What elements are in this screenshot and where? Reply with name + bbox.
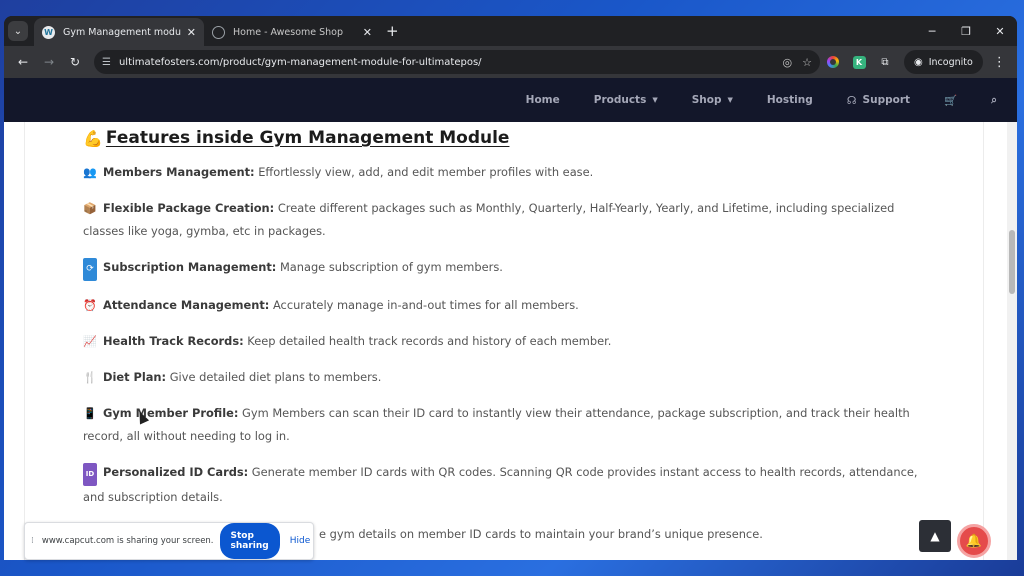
window-controls: ─ ❐ ✕	[915, 16, 1017, 46]
feature-item: 👥 Members Management: Effortlessly view, …	[83, 161, 918, 184]
tab-title: Gym Management module for U	[63, 26, 181, 38]
alarm-clock-icon: ⏰	[83, 299, 97, 312]
cart-icon[interactable]: 🛒	[944, 94, 957, 107]
phone-icon: 📱	[83, 407, 97, 420]
feature-item: 📦 Flexible Package Creation: Create diffe…	[83, 197, 918, 243]
extension-k-icon[interactable]: K	[846, 49, 872, 75]
nav-products-label: Products	[593, 94, 647, 106]
features-section: 💪 Features inside Gym Management Module …	[83, 122, 918, 546]
new-tab-icon[interactable]: +	[386, 22, 399, 40]
site-navbar: Home Products ▼ Shop ▼ Hosting ☊ Support 🛒 …	[4, 78, 1017, 122]
feature-text: e gym details on member ID cards to main…	[319, 527, 763, 541]
feature-title: Gym Member Profile:	[103, 406, 239, 420]
address-bar[interactable]: ☰ ultimatefosters.com/product/gym-manage…	[94, 50, 820, 74]
browser-window: ⌄ W Gym Management module for U ✕ Home -…	[4, 16, 1017, 560]
browser-toolbar: ← → ↻ ☰ ultimatefosters.com/product/gym-…	[4, 46, 1017, 78]
notification-bell-icon[interactable]: 🔔	[957, 524, 991, 558]
fork-knife-icon: 🍴	[83, 371, 97, 384]
feature-item: ⏰ Attendance Management: Accurately manag…	[83, 294, 918, 317]
features-heading: 💪 Features inside Gym Management Module	[83, 128, 918, 148]
feature-item: 📈 Health Track Records: Keep detailed hea…	[83, 330, 918, 353]
feature-text: Accurately manage in-and-out times for a…	[269, 298, 579, 312]
screen-sharing-bar: ⁞ www.capcut.com is sharing your screen.…	[24, 522, 314, 560]
scrollbar-thumb[interactable]	[1009, 230, 1015, 294]
feature-title: Personalized ID Cards:	[103, 465, 249, 479]
tab-search-icon[interactable]: ⌄	[8, 21, 28, 41]
site-info-icon[interactable]: ☰	[102, 57, 111, 68]
page-scrollbar[interactable]	[1007, 122, 1017, 560]
tab-title: Home - Awesome Shop	[233, 26, 344, 38]
nav-shop[interactable]: Shop ▼	[692, 94, 733, 106]
back-icon[interactable]: ←	[10, 55, 36, 69]
feature-title: Members Management:	[103, 165, 255, 179]
nav-home[interactable]: Home	[526, 94, 560, 106]
feature-title: Diet Plan:	[103, 370, 167, 384]
search-icon[interactable]: ⌕	[991, 94, 997, 107]
feature-title: Flexible Package Creation:	[103, 201, 275, 215]
chevron-down-icon: ▼	[652, 96, 658, 104]
drag-handle-icon[interactable]: ⁞	[31, 536, 34, 546]
page-viewport: Home Products ▼ Shop ▼ Hosting ☊ Support 🛒 …	[4, 78, 1017, 560]
nav-support-label: Support	[862, 94, 911, 106]
chevron-down-icon: ▼	[727, 96, 733, 104]
flex-arm-icon: 💪	[83, 128, 103, 148]
feature-title: Subscription Management:	[103, 260, 277, 274]
incognito-icon: ◉	[914, 56, 923, 68]
close-window-icon[interactable]: ✕	[983, 16, 1017, 46]
wordpress-icon: W	[42, 25, 55, 39]
nav-products[interactable]: Products ▼	[594, 94, 658, 106]
browser-menu-icon[interactable]: ⋮	[993, 55, 1006, 70]
tab-strip: ⌄ W Gym Management module for U ✕ Home -…	[4, 16, 1017, 46]
minimize-icon[interactable]: ─	[915, 16, 949, 46]
stop-sharing-button[interactable]: Stop sharing	[219, 523, 280, 559]
star-icon[interactable]: ☆	[802, 56, 812, 69]
tab-awesome-shop[interactable]: Home - Awesome Shop ✕	[204, 18, 380, 46]
feature-title: Attendance Management:	[103, 298, 270, 312]
feature-text: Effortlessly view, add, and edit member …	[254, 165, 594, 179]
incognito-label: Incognito	[928, 56, 973, 68]
url-text: ultimatefosters.com/product/gym-manageme…	[118, 56, 482, 68]
sharing-message: www.capcut.com is sharing your screen.	[41, 536, 214, 546]
feature-item: ⟳ Subscription Management: Manage subscri…	[83, 256, 918, 281]
feature-text: Give detailed diet plans to members.	[166, 370, 382, 384]
incognito-badge[interactable]: ◉ Incognito	[904, 50, 983, 74]
feature-title: Health Track Records:	[103, 334, 244, 348]
feature-text: Keep detailed health track records and h…	[243, 334, 612, 348]
restore-icon[interactable]: ❐	[949, 16, 983, 46]
feature-text: Manage subscription of gym members.	[276, 260, 503, 274]
feature-item: 🍴 Diet Plan: Give detailed diet plans to …	[83, 366, 918, 389]
tab-close-icon[interactable]: ✕	[187, 26, 196, 39]
package-icon: 📦	[83, 202, 97, 215]
chart-icon: 📈	[83, 335, 97, 348]
nav-hosting[interactable]: Hosting	[767, 94, 813, 106]
tab-close-icon[interactable]: ✕	[363, 26, 372, 39]
nav-support[interactable]: ☊ Support	[847, 94, 910, 107]
people-icon: 👥	[83, 166, 97, 179]
forward-icon[interactable]: →	[36, 55, 62, 69]
id-icon: ID	[83, 463, 97, 486]
nav-hosting-label: Hosting	[766, 94, 813, 106]
eye-off-icon[interactable]: ◎	[783, 56, 793, 69]
scroll-to-top-button[interactable]: ▲	[919, 520, 951, 552]
extensions-puzzle-icon[interactable]: ⧉	[872, 49, 898, 75]
feature-item: ID Personalized ID Cards: Generate member…	[83, 461, 918, 509]
hide-button[interactable]: Hide	[290, 536, 311, 546]
feature-item: 📱 Gym Member Profile: Gym Members can sca…	[83, 402, 918, 448]
extension-color-icon[interactable]	[820, 49, 846, 75]
features-heading-text: Features inside Gym Management Module	[105, 128, 510, 148]
repeat-icon: ⟳	[83, 258, 97, 281]
tab-gym-management[interactable]: W Gym Management module for U ✕	[34, 18, 204, 46]
headset-icon: ☊	[846, 93, 857, 107]
reload-icon[interactable]: ↻	[62, 55, 88, 69]
nav-home-label: Home	[525, 94, 560, 106]
globe-icon	[212, 25, 225, 39]
nav-shop-label: Shop	[691, 94, 722, 106]
